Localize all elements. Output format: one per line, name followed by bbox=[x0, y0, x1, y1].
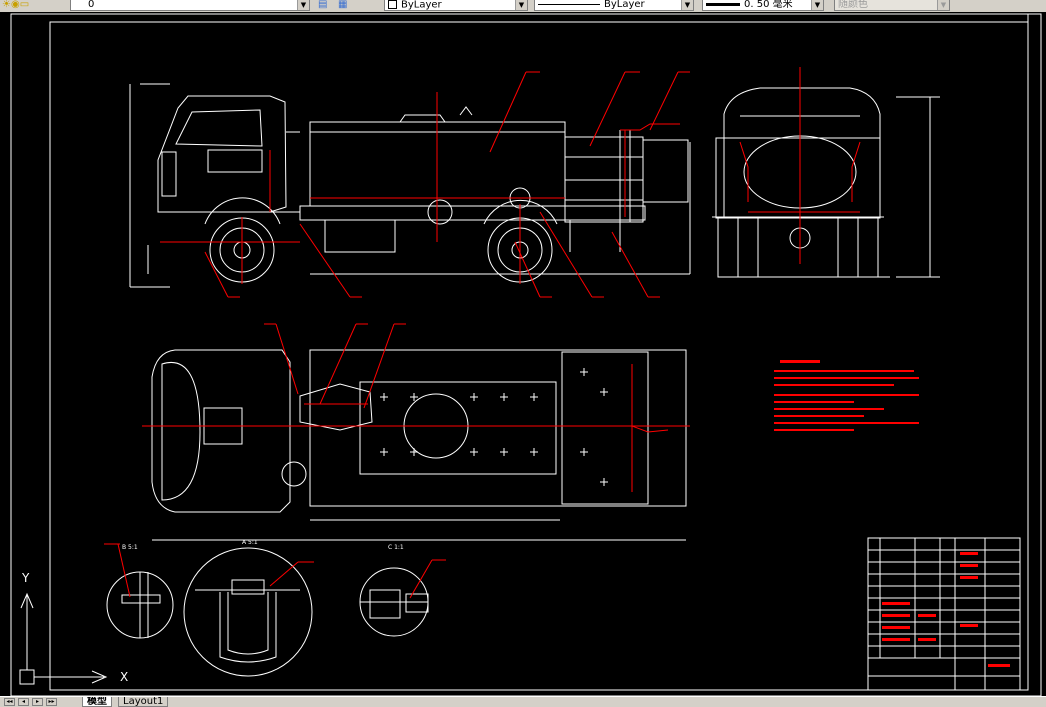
drawing-canvas[interactable]: B 5:1 A 5:1 C 1:1 Y X bbox=[0, 12, 1046, 697]
color-swatch-icon bbox=[388, 0, 397, 9]
layer-combo-value: 0 bbox=[88, 0, 95, 10]
ucs-icon bbox=[19, 592, 108, 685]
cad-drawing: B 5:1 A 5:1 C 1:1 Y X bbox=[10, 13, 1042, 697]
layer-manager-icon[interactable]: ▤ bbox=[318, 0, 327, 12]
rear-view bbox=[712, 87, 940, 278]
detail-c-leader bbox=[409, 559, 446, 599]
linetype-combo[interactable]: ByLayer ▼ bbox=[534, 0, 694, 11]
layer-state-icons[interactable]: ☀◉▭ bbox=[2, 0, 29, 12]
chevron-down-icon: ▼ bbox=[811, 0, 823, 10]
ucs-y-label: Y bbox=[21, 571, 30, 585]
color-combo[interactable]: ByLayer ▼ bbox=[384, 0, 528, 11]
chevron-down-icon: ▼ bbox=[937, 0, 949, 10]
detail-b bbox=[106, 571, 174, 639]
detail-a bbox=[183, 547, 313, 677]
plotstyle-combo-value: 随颜色 bbox=[838, 0, 868, 10]
layer-previous-icon[interactable]: ▦ bbox=[338, 0, 347, 12]
linetype-preview-icon bbox=[538, 3, 600, 5]
top-view-red bbox=[142, 364, 690, 492]
linetype-combo-value: ByLayer bbox=[604, 0, 645, 10]
color-combo-value: ByLayer bbox=[401, 0, 442, 11]
detail-b-leader bbox=[104, 543, 131, 598]
detail-c bbox=[359, 567, 429, 637]
outer-border bbox=[10, 13, 1042, 697]
top-view-leaders bbox=[264, 323, 406, 409]
detail-c-title: C 1:1 bbox=[388, 544, 404, 551]
top-view bbox=[151, 349, 687, 541]
first-tab-icon[interactable]: ◂◂ bbox=[4, 698, 15, 706]
plotstyle-combo[interactable]: 随颜色 ▼ bbox=[834, 0, 950, 11]
last-tab-icon[interactable]: ▸▸ bbox=[46, 698, 57, 706]
chevron-down-icon: ▼ bbox=[297, 0, 309, 10]
side-view bbox=[129, 83, 691, 288]
side-view-leaders bbox=[204, 71, 690, 298]
detail-a-title: A 5:1 bbox=[242, 539, 258, 546]
top-view-hatch bbox=[380, 368, 608, 486]
chevron-down-icon: ▼ bbox=[681, 0, 693, 10]
next-tab-icon[interactable]: ▸ bbox=[32, 698, 43, 706]
lineweight-combo-value: 0. 50 毫米 bbox=[744, 0, 793, 10]
detail-b-title: B 5:1 bbox=[122, 544, 138, 551]
technical-requirements bbox=[774, 360, 919, 431]
prev-tab-icon[interactable]: ◂ bbox=[18, 698, 29, 706]
lineweight-combo[interactable]: 0. 50 毫米 ▼ bbox=[702, 0, 824, 11]
chevron-down-icon: ▼ bbox=[515, 0, 527, 10]
layout-tab-bar: ◂◂ ◂ ▸ ▸▸ 模型 Layout1 bbox=[0, 696, 1046, 707]
layer-combo[interactable]: 0 ▼ bbox=[70, 0, 310, 11]
lineweight-preview-icon bbox=[706, 2, 740, 6]
ucs-x-label: X bbox=[120, 670, 128, 684]
